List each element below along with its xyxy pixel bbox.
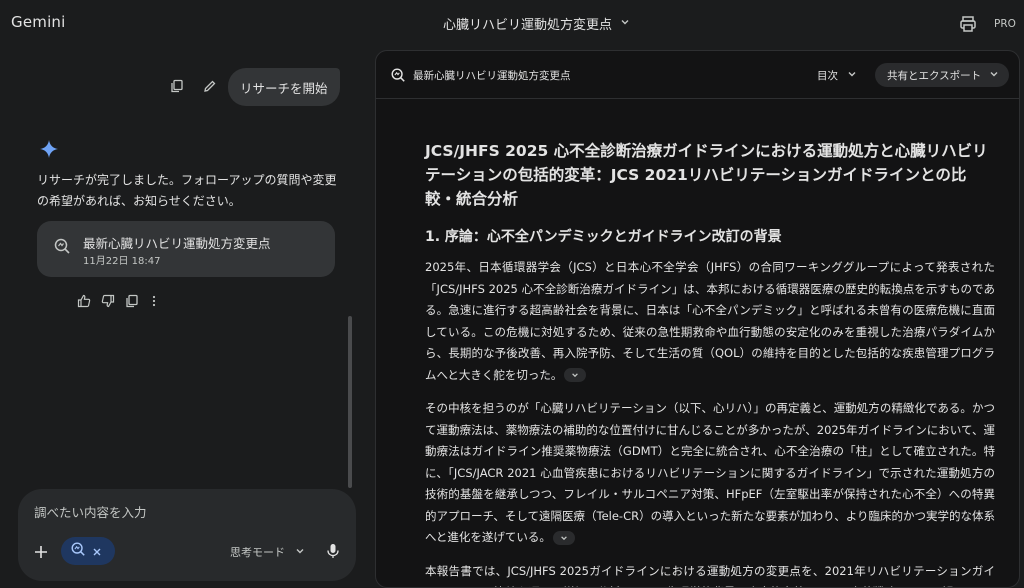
document-title: JCS/JHFS 2025 心不全診断治療ガイドラインにおける運動処方と心臓リハ… (425, 142, 988, 208)
toc-label: 目次 (817, 70, 838, 82)
deep-research-icon (70, 541, 86, 561)
conversation-title-dropdown[interactable]: 心臓リハビリ運動処方変更点 (443, 14, 630, 33)
pro-badge[interactable]: PRO (990, 14, 1020, 34)
more-vert-icon (147, 293, 161, 312)
chat-column: リサーチを開始 リサーチが完了しました。フォローアップの質問や変更の希望があれば… (0, 48, 360, 588)
sources-chip[interactable] (552, 530, 575, 545)
paragraph-text: その中核を担うのが「心臓リハビリテーション（以下、心リハ）」の再定義と、運動処方… (425, 401, 995, 544)
document-header-title: 最新心臓リハビリ運動処方変更点 (413, 70, 571, 82)
chevron-down-icon (561, 535, 567, 540)
document-body: JCS/JHFS 2025 心不全診断治療ガイドラインにおける運動処方と心臓リハ… (425, 139, 995, 588)
close-icon[interactable] (92, 542, 102, 561)
share-export-button[interactable]: 共有とエクスポート (875, 63, 1010, 87)
deep-research-icon (390, 67, 406, 83)
more-options-button[interactable] (144, 292, 164, 312)
copy-response-button[interactable] (122, 292, 142, 312)
chevron-down-icon (989, 69, 999, 82)
prompt-input-box: 思考モード (18, 489, 356, 581)
edit-prompt-button[interactable] (200, 77, 220, 97)
deep-research-icon (53, 237, 71, 255)
assistant-reply-text: リサーチが完了しました。フォローアップの質問や変更の希望があれば、お知らせくださ… (37, 173, 337, 208)
plus-icon (32, 546, 50, 565)
deep-research-tool-chip[interactable] (61, 537, 115, 565)
paragraph: その中核を担うのが「心臓リハビリテーション（以下、心リハ）」の再定義と、運動処方… (425, 398, 995, 549)
thumbs-up-button[interactable] (74, 292, 94, 312)
chat-scrollbar[interactable] (348, 316, 352, 488)
chevron-down-icon (847, 69, 857, 82)
chevron-down-icon (620, 17, 630, 30)
gemini-spark-icon (40, 140, 58, 158)
user-message-row: リサーチを開始 (0, 68, 360, 108)
microphone-button[interactable] (324, 541, 342, 561)
report-card-date: 11月22日 18:47 (83, 256, 161, 267)
report-card[interactable]: 最新心臓リハビリ運動処方変更点 11月22日 18:47 (37, 221, 335, 277)
pencil-icon (203, 78, 217, 97)
document-panel: 最新心臓リハビリ運動処方変更点 目次 共有とエクスポート JCS/JHFS 20… (375, 50, 1020, 588)
microphone-icon (324, 544, 342, 565)
sources-chip[interactable] (564, 368, 587, 382)
thumbs-down-icon (101, 293, 115, 312)
chevron-down-icon (295, 546, 305, 559)
conversation-title: 心臓リハビリ運動処方変更点 (443, 18, 613, 33)
prompt-input[interactable] (34, 501, 334, 523)
copy-icon (170, 78, 184, 97)
share-label: 共有とエクスポート (887, 69, 982, 82)
copy-prompt-button[interactable] (167, 77, 187, 97)
paragraph: 本報告書では、JCS/JHFS 2025ガイドラインにおける運動処方の変更点を、… (425, 563, 995, 588)
table-of-contents-button[interactable]: 目次 (817, 68, 857, 83)
mode-label: 思考モード (230, 546, 285, 559)
paragraph: 2025年、日本循環器学会（JCS）と日本心不全学会（JHFS）の合同ワーキング… (425, 257, 995, 386)
print-icon (958, 16, 978, 38)
paragraph-text: 2025年、日本循環器学会（JCS）と日本心不全学会（JHFS）の合同ワーキング… (425, 260, 995, 382)
feedback-row (74, 292, 184, 312)
section-heading: 1. 序論：心不全パンデミックとガイドライン改訂の背景 (425, 229, 782, 245)
user-message-bubble: リサーチを開始 (228, 68, 340, 106)
thumbs-down-button[interactable] (98, 292, 118, 312)
thumbs-up-icon (77, 293, 91, 312)
copy-icon (125, 293, 139, 312)
report-card-title: 最新心臓リハビリ運動処方変更点 (83, 236, 271, 251)
brand-logo[interactable]: Gemini (11, 13, 66, 31)
print-button[interactable] (958, 14, 978, 34)
mode-dropdown[interactable]: 思考モード (230, 544, 305, 560)
chevron-down-icon (572, 373, 579, 378)
add-attachment-button[interactable] (32, 543, 50, 561)
top-bar: Gemini 心臓リハビリ運動処方変更点 PRO (0, 0, 1024, 48)
document-header: 最新心臓リハビリ運動処方変更点 目次 共有とエクスポート (376, 51, 1019, 99)
